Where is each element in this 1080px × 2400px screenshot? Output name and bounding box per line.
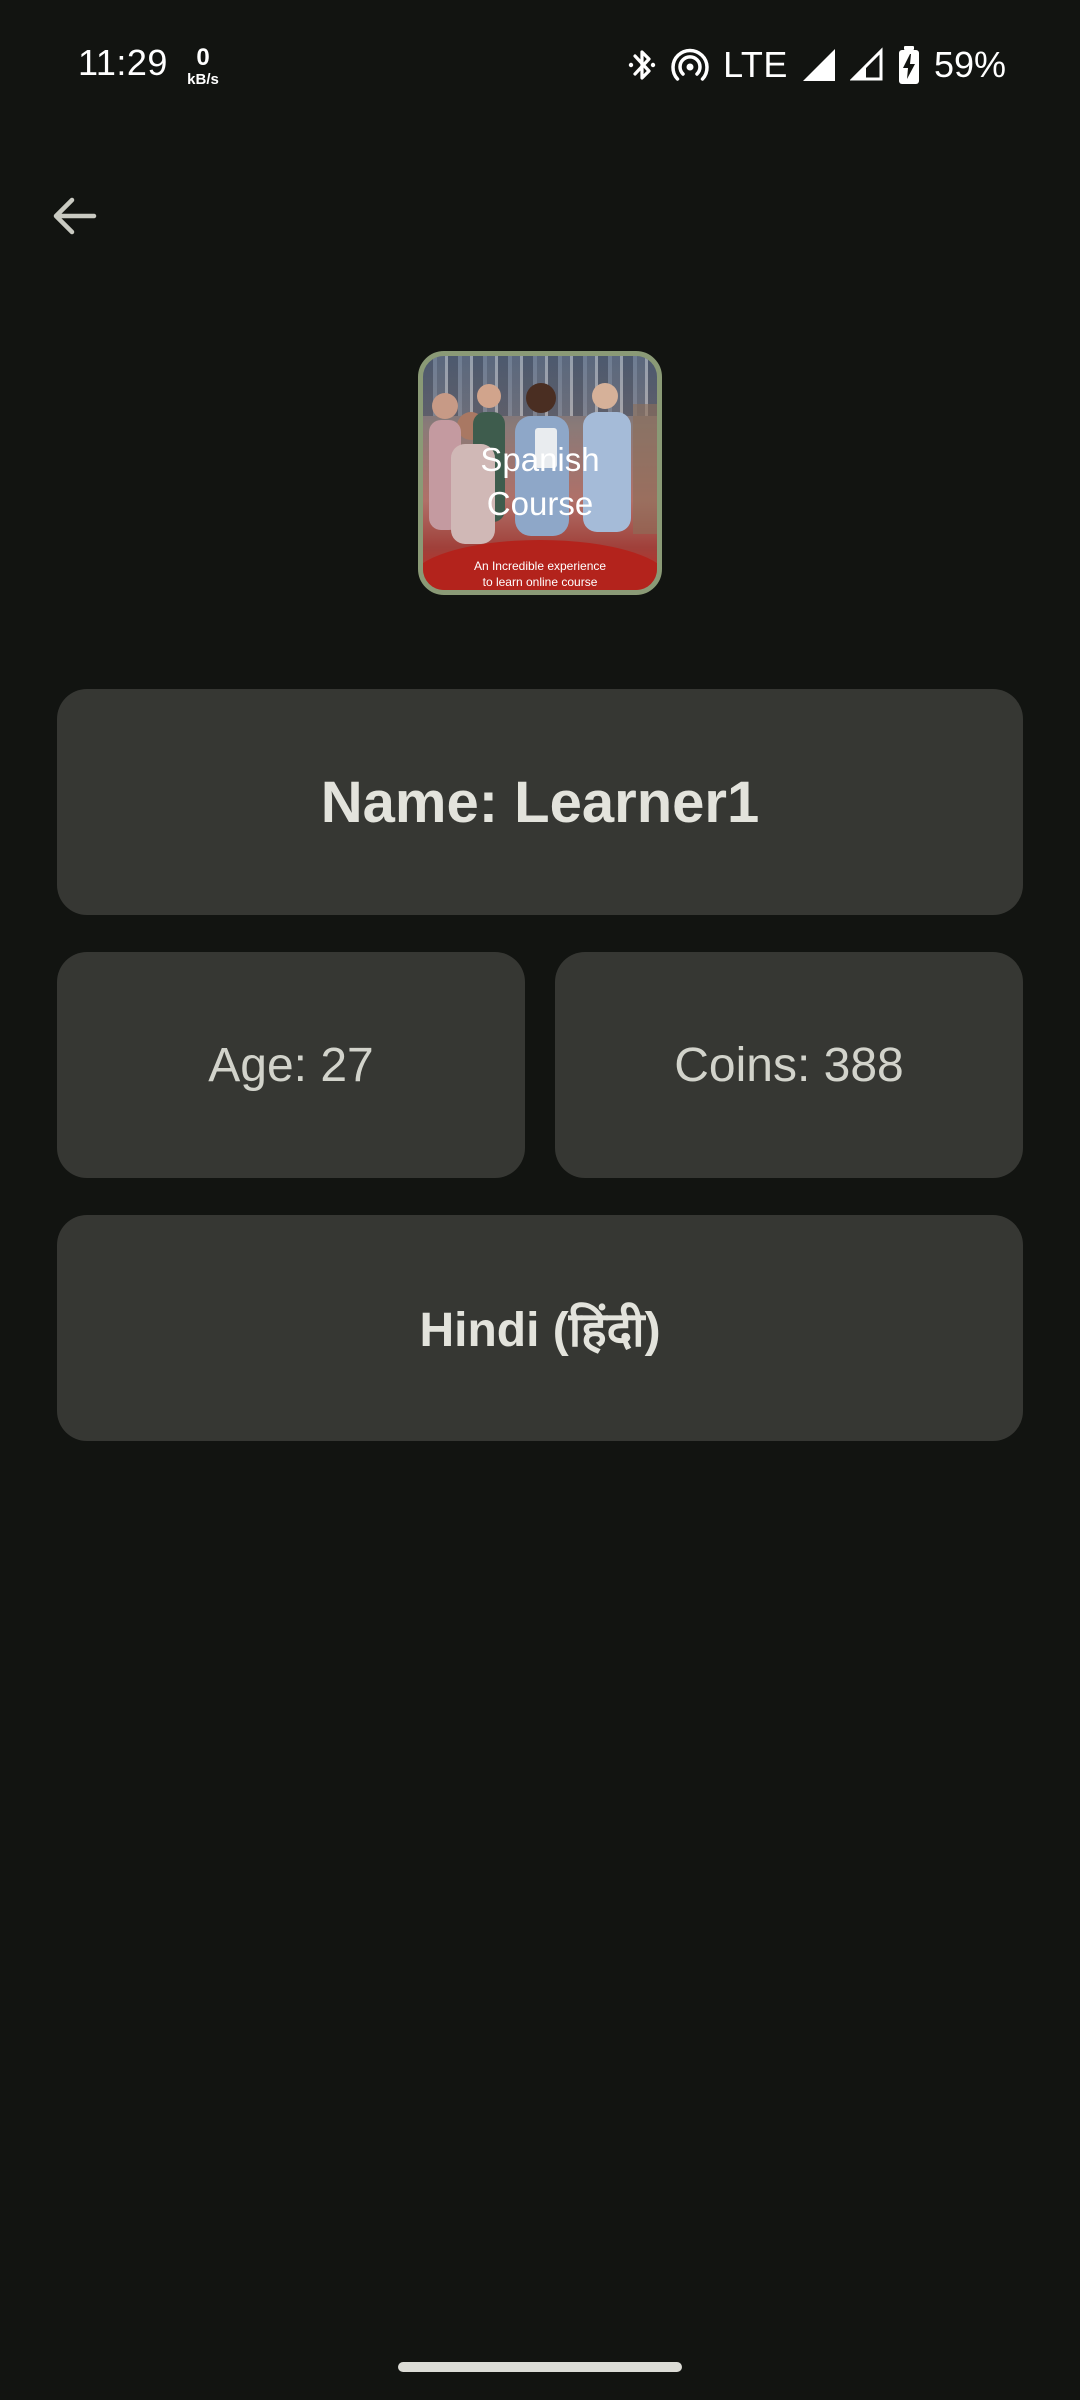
arrow-back-icon (53, 197, 97, 235)
course-thumbnail: Spanish Course An Incredible experience … (418, 351, 662, 595)
network-speed-unit: kB/s (187, 71, 219, 88)
course-title: Spanish Course (423, 438, 657, 526)
network-speed-indicator: 0 kB/s (186, 44, 220, 88)
profile-name: Name: Learner1 (320, 769, 760, 835)
bluetooth-icon (627, 45, 657, 85)
hotspot-icon (671, 45, 709, 85)
battery-charging-icon (898, 45, 920, 85)
network-speed-value: 0 (196, 44, 210, 71)
battery-percent: 59% (933, 44, 1006, 85)
course-tagline-line2: to learn online course (482, 575, 598, 589)
course-title-line2: Course (486, 485, 594, 522)
course-tagline: An Incredible experience to learn online… (423, 558, 657, 590)
profile-age: Age: 27 (208, 1038, 374, 1092)
network-type: LTE (723, 44, 788, 85)
signal-partial-icon (849, 47, 884, 83)
gesture-navigation-bar[interactable] (398, 2362, 682, 2372)
age-card: Age: 27 (57, 952, 525, 1178)
status-bar: 11:29 0 kB/s LTE 59% (0, 0, 1080, 130)
coins-card: Coins: 388 (555, 952, 1023, 1178)
status-icons: LTE 59% (627, 40, 1006, 90)
name-card: Name: Learner1 (57, 689, 1023, 915)
status-time: 11:29 (78, 42, 168, 83)
signal-full-icon (802, 47, 836, 83)
profile-coins: Coins: 388 (674, 1038, 904, 1092)
profile-language: Hindi (हिंदी) (419, 1303, 661, 1357)
course-tagline-line1: An Incredible experience (473, 559, 607, 573)
course-title-line1: Spanish (480, 441, 600, 478)
language-card[interactable]: Hindi (हिंदी) (57, 1215, 1023, 1441)
back-button[interactable] (38, 180, 110, 252)
